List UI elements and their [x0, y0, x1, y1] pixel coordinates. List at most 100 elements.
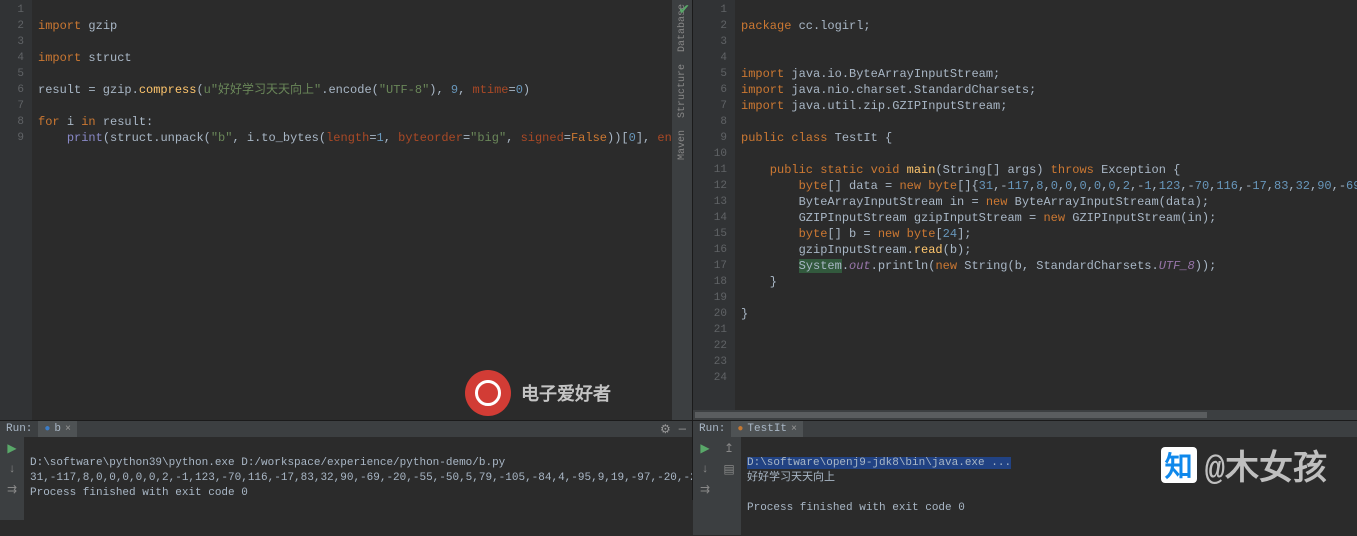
- keyword: byte: [907, 227, 936, 241]
- wrap-icon[interactable]: ⇉: [7, 482, 17, 497]
- code: GZIPInputStream gzipInputStream =: [741, 211, 1043, 225]
- right-code[interactable]: package cc.logirl; import java.io.ByteAr…: [735, 0, 1357, 410]
- line-num: 5: [693, 66, 727, 82]
- right-run-panel: Run: ● TestIt × ▶ ↓ ⇉ ↥ ▤ D:\software\op…: [693, 420, 1357, 500]
- n: 90: [1317, 179, 1331, 193]
- line-num: 8: [720, 116, 727, 128]
- run-output[interactable]: D:\software\python39\python.exe D:/works…: [24, 437, 692, 520]
- keyword: package: [741, 19, 799, 33]
- close-icon[interactable]: ×: [791, 424, 797, 435]
- pkg: cc.logirl;: [799, 19, 871, 33]
- run-output[interactable]: D:\software\openj9-jdk8\bin\java.exe ...…: [741, 437, 1357, 535]
- n: 32: [1296, 179, 1310, 193]
- c: ,: [1288, 179, 1295, 193]
- code: =: [369, 131, 376, 145]
- c: ,-: [1180, 179, 1194, 193]
- n: 70: [1195, 179, 1209, 193]
- run-tab-name: TestIt: [747, 423, 787, 435]
- line-num: 7: [0, 98, 24, 114]
- code: (: [196, 83, 203, 97]
- left-code[interactable]: import gzip import struct result = gzip.…: [32, 0, 692, 420]
- param: signed: [521, 131, 564, 145]
- line-num: 4: [0, 50, 24, 66]
- code: ByteArrayInputStream(data);: [1015, 195, 1209, 209]
- code: (String[] args): [935, 163, 1050, 177]
- code: String(b, StandardCharsets.: [964, 259, 1158, 273]
- import: java.util.zip.GZIPInputStream;: [791, 99, 1007, 113]
- c: ,-: [1130, 179, 1144, 193]
- keyword: new: [878, 227, 907, 241]
- run-label: Run:: [6, 423, 32, 435]
- out-exit: Process finished with exit code 0: [747, 502, 965, 514]
- run-toolbar: ▶ ↓ ⇉: [0, 437, 24, 520]
- down-icon[interactable]: ↓: [701, 462, 708, 476]
- close-icon[interactable]: ×: [65, 424, 71, 435]
- var: i: [67, 115, 81, 129]
- line-num: 6: [693, 82, 727, 98]
- left-run-panel: Run: ● b × ⚙ — ▶ ↓ ⇉ D:\software\python3…: [0, 420, 692, 500]
- c: ,: [1044, 179, 1051, 193]
- run-label: Run:: [699, 423, 725, 435]
- run-tab[interactable]: ● TestIt ×: [731, 421, 803, 437]
- run-tab[interactable]: ● b ×: [38, 421, 77, 437]
- n: 1: [1144, 179, 1151, 193]
- left-editor[interactable]: 1 2 3 4 5 6 7 8 9 import gzip import str…: [0, 0, 692, 420]
- wrap-icon[interactable]: ⇉: [700, 482, 710, 497]
- keyword: import: [38, 51, 81, 65]
- keyword: throws: [1051, 163, 1101, 177]
- right-editor[interactable]: 1 2 3 4 5 6 7 ▶8 9 ▶10 11 12 13 14 15 16…: [693, 0, 1357, 410]
- left-gutter: 1 2 3 4 5 6 7 8 9: [0, 0, 32, 420]
- right-pane: 1 2 3 4 5 6 7 ▶8 9 ▶10 11 12 13 14 15 16…: [693, 0, 1357, 500]
- line-num: 18: [693, 274, 727, 290]
- code: ,: [506, 131, 520, 145]
- filter-icon[interactable]: ▤: [723, 462, 734, 477]
- play-icon[interactable]: ▶: [7, 441, 16, 456]
- c: ,: [1072, 179, 1079, 193]
- static-field: out: [849, 259, 871, 273]
- keyword: new: [935, 259, 964, 273]
- n: 8: [1036, 179, 1043, 193]
- gear-icon[interactable]: ⚙: [660, 422, 671, 437]
- code: =: [509, 83, 516, 97]
- minimize-icon[interactable]: —: [679, 422, 686, 437]
- checkmark-icon[interactable]: ✔: [678, 2, 690, 19]
- code: =: [564, 131, 571, 145]
- out-command: D:\software\openj9-jdk8\bin\java.exe ...: [747, 457, 1011, 469]
- down-icon[interactable]: ↓: [8, 462, 15, 476]
- n: 117: [1007, 179, 1029, 193]
- code: gzipInputStream.: [741, 243, 914, 257]
- python-icon: ●: [44, 424, 50, 435]
- num: 1: [377, 131, 384, 145]
- structure-tab[interactable]: Structure: [677, 64, 688, 118]
- code: (struct.unpack(: [103, 131, 211, 145]
- code: []{: [957, 179, 979, 193]
- keyword: for: [38, 115, 67, 129]
- keyword: public class: [741, 131, 835, 145]
- left-pane: 1 2 3 4 5 6 7 8 9 import gzip import str…: [0, 0, 693, 500]
- line-num: 9: [0, 130, 24, 146]
- code: Exception {: [1101, 163, 1180, 177]
- keyword: new: [899, 179, 928, 193]
- step-icon[interactable]: ↥: [724, 441, 734, 456]
- out-result: 好好学习天天向上: [747, 472, 835, 484]
- c: ,: [1152, 179, 1159, 193]
- line-num: 15: [693, 226, 727, 242]
- code: , i.to_bytes(: [232, 131, 326, 145]
- code: GZIPInputStream(in);: [1072, 211, 1216, 225]
- maven-tab[interactable]: Maven: [677, 130, 688, 160]
- n: 0: [1051, 179, 1058, 193]
- string: "big": [470, 131, 506, 145]
- line-num: 17: [693, 258, 727, 274]
- n: 0: [1080, 179, 1087, 193]
- play-icon[interactable]: ▶: [700, 441, 709, 456]
- code: ],: [636, 131, 658, 145]
- string: u"好好学习天天向上": [204, 83, 322, 97]
- code: ,: [458, 83, 472, 97]
- line-num: 21: [693, 322, 727, 338]
- line-num: 5: [0, 66, 24, 82]
- keyword: import: [741, 67, 791, 81]
- keyword: new: [986, 195, 1015, 209]
- line-num: 10: [714, 148, 727, 160]
- h-scrollbar[interactable]: [693, 410, 1357, 420]
- c: ,: [1267, 179, 1274, 193]
